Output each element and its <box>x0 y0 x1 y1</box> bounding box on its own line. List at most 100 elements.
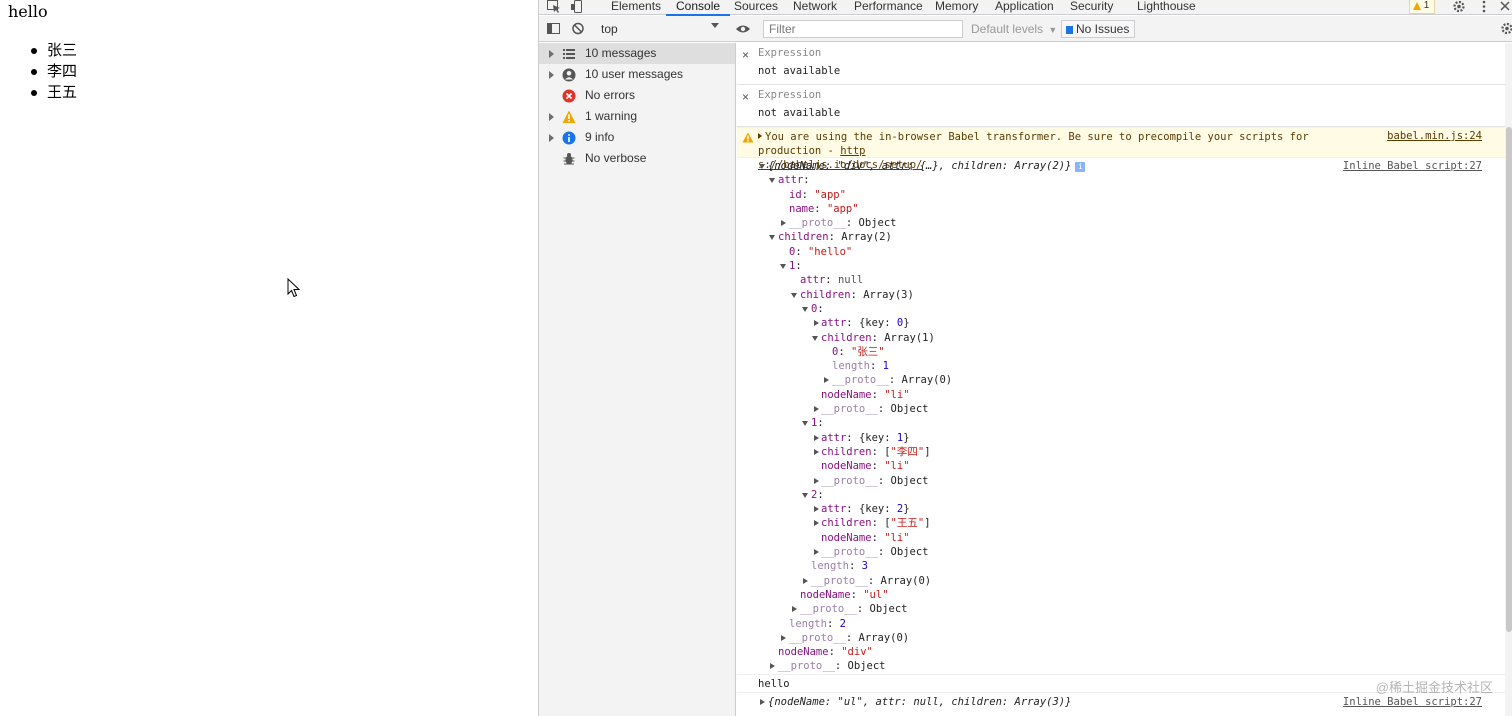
tab-security[interactable]: Security <box>1070 0 1113 15</box>
tree-prop: length: 2 <box>789 617 846 630</box>
settings-gear-icon[interactable] <box>1451 0 1467 14</box>
tree-proto[interactable]: __proto__: Object <box>737 216 1512 230</box>
expression-label[interactable]: Expression <box>758 89 821 101</box>
chevron-down-icon <box>711 23 719 28</box>
expand-arrow-icon[interactable] <box>770 663 775 670</box>
sidebar-item-info[interactable]: 9 info <box>539 127 735 148</box>
tree-children[interactable]: children: ["李四"] <box>737 445 1512 459</box>
close-icon[interactable] <box>1497 0 1512 14</box>
inspect-element-icon[interactable] <box>546 0 562 14</box>
clear-console-icon[interactable] <box>571 22 587 36</box>
collapse-arrow-icon[interactable] <box>769 235 775 241</box>
tree-proto[interactable]: __proto__: Object <box>737 659 1512 673</box>
tree-proto[interactable]: __proto__: Object <box>737 545 1512 559</box>
collapse-arrow-icon[interactable] <box>812 335 818 341</box>
sidebar-item-errors[interactable]: No errors <box>539 85 735 106</box>
expand-arrow-icon[interactable] <box>549 134 554 142</box>
expand-arrow-icon[interactable] <box>814 434 819 441</box>
collapse-arrow-icon[interactable] <box>802 492 808 498</box>
remove-expression-icon[interactable]: × <box>742 48 749 62</box>
expression-value: not available <box>758 107 841 119</box>
tree-proto[interactable]: __proto__: Object <box>737 402 1512 416</box>
collapse-arrow-icon[interactable] <box>791 292 797 298</box>
expand-arrow-icon[interactable] <box>814 506 819 513</box>
expand-arrow-icon[interactable] <box>824 377 829 384</box>
expand-arrow-icon[interactable] <box>792 606 797 613</box>
context-selector[interactable]: top <box>601 20 721 38</box>
expand-arrow-icon[interactable] <box>814 520 819 527</box>
sidebar-item-verbose[interactable]: No verbose <box>539 148 735 169</box>
tree-children[interactable]: children: Array(1) <box>737 331 1512 345</box>
tree-proto[interactable]: __proto__: Object <box>737 474 1512 488</box>
tree-children[interactable]: children: Array(3) <box>737 288 1512 302</box>
log-levels-dropdown[interactable]: Default levels ▼ <box>971 20 1057 38</box>
tab-performance[interactable]: Performance <box>854 0 923 15</box>
device-toolbar-icon[interactable] <box>570 0 586 14</box>
sidebar-item-messages[interactable]: 10 messages <box>539 43 735 64</box>
expand-arrow-icon[interactable] <box>760 698 765 705</box>
console-settings-gear-icon[interactable] <box>1499 22 1512 36</box>
tree-attr[interactable]: attr: {key: 1} <box>737 431 1512 445</box>
expand-arrow-icon[interactable] <box>814 549 819 556</box>
rendered-page: hello 张三 李四 王五 <box>0 0 538 716</box>
tree-node[interactable]: 0: <box>737 302 1512 316</box>
source-link[interactable]: Inline Babel script:27 <box>1343 159 1482 173</box>
tree-proto[interactable]: __proto__: Array(0) <box>737 373 1512 387</box>
tree-prop: attr: null <box>800 274 864 287</box>
issues-button[interactable]: No Issues <box>1061 20 1136 38</box>
tree-children[interactable]: children: Array(2) <box>737 230 1512 244</box>
tab-sources[interactable]: Sources <box>734 0 778 15</box>
warning-source-link[interactable]: babel.min.js:24 <box>1387 130 1482 142</box>
expand-arrow-icon[interactable] <box>549 50 554 58</box>
tree-proto[interactable]: __proto__: Array(0) <box>737 631 1512 645</box>
collapse-arrow-icon[interactable] <box>802 421 808 427</box>
info-badge-icon[interactable]: i <box>1075 162 1086 172</box>
collapse-arrow-icon[interactable] <box>769 178 775 184</box>
expand-arrow-icon[interactable] <box>814 320 819 327</box>
remove-expression-icon[interactable]: × <box>742 90 749 104</box>
tab-network[interactable]: Network <box>793 0 837 15</box>
tree-attr[interactable]: attr: {key: 2} <box>737 502 1512 516</box>
tab-elements[interactable]: Elements <box>611 0 661 15</box>
more-options-icon[interactable] <box>1476 0 1492 14</box>
collapse-arrow-icon[interactable] <box>759 164 765 169</box>
sidebar-item-user-messages[interactable]: 10 user messages <box>539 64 735 85</box>
tab-application[interactable]: Application <box>995 0 1054 15</box>
tree-attr[interactable]: attr: {key: 0} <box>737 316 1512 330</box>
tree-proto[interactable]: __proto__: Array(0) <box>737 574 1512 588</box>
tree-node[interactable]: 1: <box>737 259 1512 273</box>
tree-node[interactable]: 2: <box>737 488 1512 502</box>
tree-attr[interactable]: attr: <box>737 173 1512 187</box>
sidebar-item-label: 10 user messages <box>585 67 684 81</box>
expand-arrow-icon[interactable] <box>549 71 554 79</box>
sidebar-item-warnings[interactable]: 1 warning <box>539 106 735 127</box>
console-scrollbar[interactable] <box>1505 43 1512 716</box>
tab-lighthouse[interactable]: Lighthouse <box>1137 0 1196 15</box>
tree-node[interactable]: 1: <box>737 416 1512 430</box>
expand-arrow-icon[interactable] <box>803 577 808 584</box>
expression-value: not available <box>758 65 841 77</box>
tree-children[interactable]: children: ["王五"] <box>737 516 1512 530</box>
tab-console[interactable]: Console <box>665 0 731 16</box>
tree-root[interactable]: {nodeName: "div", attr: {…}, children: A… <box>737 159 1512 173</box>
tree-prop: length: 3 <box>811 560 868 573</box>
collapse-arrow-icon[interactable] <box>780 264 786 270</box>
tab-memory[interactable]: Memory <box>935 0 978 15</box>
tree-proto[interactable]: __proto__: Object <box>737 602 1512 616</box>
expression-label[interactable]: Expression <box>758 47 821 59</box>
expand-arrow-icon[interactable] <box>549 113 554 121</box>
babel-docs-link[interactable]: http <box>840 145 865 157</box>
warning-count-badge[interactable]: 1 <box>1409 0 1435 14</box>
expand-arrow-icon[interactable] <box>814 448 819 455</box>
live-expression-eye-icon[interactable] <box>735 22 751 36</box>
collapse-arrow-icon[interactable] <box>802 306 808 312</box>
expand-arrow-icon[interactable] <box>758 133 762 139</box>
show-sidebar-icon[interactable] <box>546 22 562 36</box>
tree-prop: nodeName: "li" <box>821 388 910 401</box>
expand-arrow-icon[interactable] <box>781 634 786 641</box>
filter-input[interactable] <box>763 20 963 38</box>
expand-arrow-icon[interactable] <box>781 220 786 227</box>
expand-arrow-icon[interactable] <box>814 406 819 413</box>
scrollbar-thumb[interactable] <box>1506 127 1512 632</box>
expand-arrow-icon[interactable] <box>814 477 819 484</box>
